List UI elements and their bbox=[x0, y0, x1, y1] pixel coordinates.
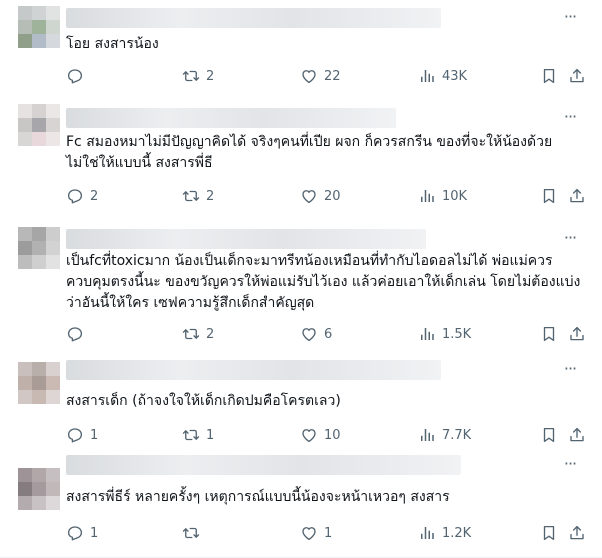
like-button[interactable]: 22 bbox=[300, 66, 341, 86]
reply-button[interactable]: 1 bbox=[66, 523, 98, 543]
views-button[interactable]: 1.5K bbox=[418, 324, 471, 344]
views-count: 1.2K bbox=[442, 525, 472, 541]
views-button[interactable]: 10K bbox=[418, 186, 467, 206]
more-icon[interactable]: ··· bbox=[560, 230, 580, 247]
views-icon bbox=[418, 187, 442, 205]
tweet-reply[interactable]: ··· สงสารเด็ก (ถ้าจงใจให้เด็กเกิดปมคือโคร… bbox=[0, 352, 602, 451]
tweet-reply[interactable]: ··· โอย สงสารน้อง 2 22 43K bbox=[0, 0, 602, 100]
retweet-count: 2 bbox=[206, 326, 215, 342]
action-bar: 1 1 1.2K bbox=[66, 523, 586, 543]
bookmark-icon[interactable] bbox=[540, 186, 558, 206]
share-icon[interactable] bbox=[568, 186, 586, 206]
heart-icon bbox=[300, 325, 324, 343]
author-name-redacted[interactable] bbox=[66, 360, 441, 380]
views-count: 10K bbox=[442, 188, 468, 204]
tweet-text: โอย สงสารน้อง bbox=[66, 36, 159, 52]
retweet-button[interactable]: 2 bbox=[182, 324, 214, 344]
tweet-reply[interactable]: ··· Fc สมองหมาไม่มีปัญญาคิดได้ จริงๆคนที่… bbox=[0, 99, 602, 218]
action-bar: 2 2 20 10K bbox=[66, 186, 586, 206]
avatar[interactable] bbox=[18, 468, 60, 510]
like-button[interactable]: 10 bbox=[300, 425, 341, 445]
share-icon[interactable] bbox=[568, 324, 586, 344]
retweet-button[interactable] bbox=[182, 523, 206, 543]
retweet-count: 1 bbox=[206, 427, 215, 443]
reply-button[interactable] bbox=[66, 66, 90, 86]
retweet-button[interactable]: 2 bbox=[182, 186, 214, 206]
author-name-redacted[interactable] bbox=[66, 108, 396, 128]
retweet-count: 2 bbox=[206, 68, 215, 84]
like-button[interactable]: 20 bbox=[300, 186, 341, 206]
share-icon[interactable] bbox=[568, 523, 586, 543]
heart-icon bbox=[300, 524, 324, 542]
bookmark-icon[interactable] bbox=[540, 66, 558, 86]
reply-icon bbox=[66, 325, 90, 343]
tweet-text: สงสารพี่ธีร์ หลายครั้งๆ เหตุการณ์แบบนี้น… bbox=[66, 489, 450, 505]
action-bar: 2 22 43K bbox=[66, 66, 586, 86]
avatar[interactable] bbox=[18, 104, 60, 146]
like-count: 6 bbox=[324, 326, 333, 342]
like-count: 22 bbox=[324, 68, 341, 84]
heart-icon bbox=[300, 187, 324, 205]
retweet-icon bbox=[182, 325, 206, 343]
views-button[interactable]: 1.2K bbox=[418, 523, 471, 543]
reply-icon bbox=[66, 187, 90, 205]
avatar[interactable] bbox=[18, 6, 60, 48]
reply-count: 2 bbox=[90, 188, 99, 204]
views-button[interactable]: 43K bbox=[418, 66, 467, 86]
retweet-icon bbox=[182, 426, 206, 444]
reply-button[interactable]: 2 bbox=[66, 186, 98, 206]
like-count: 1 bbox=[324, 525, 333, 541]
retweet-count: 2 bbox=[206, 188, 215, 204]
tweet-text: Fc สมองหมาไม่มีปัญญาคิดได้ จริงๆคนที่เปี… bbox=[66, 134, 553, 171]
action-bar: 1 1 10 7.7K bbox=[66, 425, 586, 445]
views-icon bbox=[418, 67, 442, 85]
author-name-redacted[interactable] bbox=[66, 455, 461, 475]
reply-button[interactable]: 1 bbox=[66, 425, 98, 445]
share-icon[interactable] bbox=[568, 425, 586, 445]
share-icon[interactable] bbox=[568, 66, 586, 86]
retweet-button[interactable]: 1 bbox=[182, 425, 214, 445]
retweet-button[interactable]: 2 bbox=[182, 66, 214, 86]
reply-icon bbox=[66, 67, 90, 85]
bookmark-icon[interactable] bbox=[540, 523, 558, 543]
action-bar: 2 6 1.5K bbox=[66, 324, 586, 344]
more-icon[interactable]: ··· bbox=[560, 9, 580, 26]
tweet-reply[interactable]: ··· สงสารพี่ธีร์ หลายครั้งๆ เหตุการณ์แบบน… bbox=[0, 450, 602, 558]
views-icon bbox=[418, 524, 442, 542]
reply-count: 1 bbox=[90, 427, 99, 443]
views-count: 43K bbox=[442, 68, 468, 84]
avatar[interactable] bbox=[18, 362, 60, 404]
views-icon bbox=[418, 426, 442, 444]
views-count: 7.7K bbox=[442, 427, 472, 443]
reply-count: 1 bbox=[90, 525, 99, 541]
more-icon[interactable]: ··· bbox=[560, 456, 580, 473]
tweet-text: สงสารเด็ก (ถ้าจงใจให้เด็กเกิดปมคือโครตเล… bbox=[66, 393, 341, 409]
bookmark-icon[interactable] bbox=[540, 425, 558, 445]
bookmark-icon[interactable] bbox=[540, 324, 558, 344]
heart-icon bbox=[300, 426, 324, 444]
reply-button[interactable] bbox=[66, 324, 90, 344]
like-count: 10 bbox=[324, 427, 341, 443]
retweet-icon bbox=[182, 67, 206, 85]
author-name-redacted[interactable] bbox=[66, 8, 441, 28]
tweet-reply[interactable]: ··· เป็นfcที่toxicมาก น้องเป็นเด็กจะมาทรี… bbox=[0, 217, 602, 353]
views-icon bbox=[418, 325, 442, 343]
reply-icon bbox=[66, 426, 90, 444]
author-name-redacted[interactable] bbox=[66, 229, 426, 249]
more-icon[interactable]: ··· bbox=[560, 361, 580, 378]
more-icon[interactable]: ··· bbox=[560, 109, 580, 126]
retweet-icon bbox=[182, 187, 206, 205]
like-count: 20 bbox=[324, 188, 341, 204]
views-count: 1.5K bbox=[442, 326, 472, 342]
retweet-icon bbox=[182, 524, 206, 542]
avatar[interactable] bbox=[18, 227, 60, 269]
views-button[interactable]: 7.7K bbox=[418, 425, 471, 445]
like-button[interactable]: 6 bbox=[300, 324, 332, 344]
like-button[interactable]: 1 bbox=[300, 523, 332, 543]
tweet-text: เป็นfcที่toxicมาก น้องเป็นเด็กจะมาทรีทน้… bbox=[66, 253, 581, 311]
heart-icon bbox=[300, 67, 324, 85]
reply-icon bbox=[66, 524, 90, 542]
